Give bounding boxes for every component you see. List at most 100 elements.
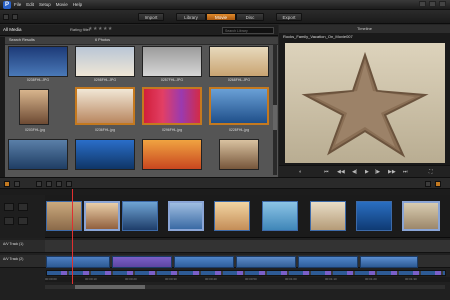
storyboard-clip[interactable]	[310, 201, 346, 231]
skip-start-icon[interactable]: ⏮	[324, 169, 329, 175]
section-subheader: 6 Photos	[95, 38, 110, 42]
step-forward-icon[interactable]: |▶	[375, 169, 380, 175]
storyboard-clip[interactable]	[46, 201, 82, 231]
library-thumb[interactable]	[75, 46, 135, 77]
library-thumb[interactable]	[19, 89, 49, 125]
track-lane-av1[interactable]	[45, 240, 450, 253]
timeline-clip[interactable]	[360, 256, 418, 268]
thumb-label: 0236FHL.jpg	[94, 128, 116, 132]
section-title: Search Results	[9, 38, 35, 42]
library-grid: Search Results 6 Photos 0238FHL.JPG 0298…	[5, 37, 278, 177]
track-header-av1[interactable]: A/V Track (1)	[0, 240, 45, 253]
library-thumb-selected[interactable]	[75, 87, 135, 125]
scissors-icon[interactable]	[36, 181, 42, 187]
zoom-icon[interactable]	[435, 181, 441, 187]
track-label: A/V Track (1)	[3, 242, 24, 246]
storyboard-view-icon[interactable]	[4, 181, 10, 187]
rating-stars[interactable]: ★★★★★	[88, 26, 113, 32]
mode-tabs: Import Library Movie Disc Export	[0, 10, 450, 24]
library-thumb-selected[interactable]	[209, 87, 269, 125]
home-icon[interactable]	[3, 14, 9, 20]
library-thumb[interactable]	[219, 139, 259, 170]
preview-image	[285, 43, 445, 163]
library-thumb[interactable]	[75, 139, 135, 170]
playhead[interactable]	[72, 189, 73, 284]
library-thumb[interactable]	[8, 46, 68, 77]
tab-movie[interactable]: Movie	[206, 13, 236, 21]
library-scrollbar[interactable]	[273, 45, 277, 175]
preview-filename: Rocks_Family_Vacation_On_Movie007	[283, 34, 353, 39]
play-icon[interactable]: ▶	[365, 169, 369, 175]
library-thumb[interactable]	[142, 139, 202, 170]
menu-help[interactable]: Help	[73, 2, 82, 7]
track-label: A/V Track (2)	[3, 257, 24, 261]
minimize-icon[interactable]	[419, 1, 426, 7]
library-thumb[interactable]	[142, 46, 202, 77]
thumb-label: 0268FHL.JPG	[227, 78, 251, 82]
nav-icons	[3, 14, 18, 20]
timeline-clip[interactable]	[46, 256, 110, 268]
lock-icon[interactable]	[18, 203, 28, 211]
speaker-icon[interactable]	[18, 217, 28, 225]
step-back-icon[interactable]: ◀|	[352, 169, 357, 175]
timeline-ruler: 00:00:00 00:00:10 00:00:20 00:00:30 00:0…	[45, 277, 450, 282]
timeline-clip[interactable]	[298, 256, 358, 268]
timeline-toolbar	[0, 177, 450, 189]
ruler-mark: 00:00:50	[245, 277, 257, 281]
timeline-clip[interactable]	[112, 256, 172, 268]
ruler-mark: 00:00:40	[205, 277, 217, 281]
window-controls	[419, 1, 446, 7]
fullscreen-icon[interactable]: ⛶	[429, 169, 433, 175]
tab-disc[interactable]: Disc	[236, 13, 264, 21]
storyboard-clip-selected[interactable]	[84, 201, 120, 231]
ruler-mark: 00:00:10	[85, 277, 97, 281]
library-search-input[interactable]: Search Library	[222, 27, 274, 34]
timeline-view-icon[interactable]	[14, 181, 20, 187]
thumb-label: 0296FHL.jpg	[161, 128, 183, 132]
library-thumb-selected[interactable]	[142, 87, 202, 125]
back-icon[interactable]	[12, 14, 18, 20]
menu-bar: File Edit Setup Movie Help	[14, 2, 82, 7]
menu-movie[interactable]: Movie	[56, 2, 68, 7]
maximize-icon[interactable]	[429, 1, 436, 7]
eye-icon[interactable]	[4, 217, 14, 225]
storyboard-clip[interactable]	[356, 201, 392, 231]
storyboard	[0, 195, 450, 238]
thumb-label: 0257FHL.JPG	[160, 78, 184, 82]
storyboard-clip[interactable]	[122, 201, 158, 231]
tab-library[interactable]: Library	[176, 13, 206, 21]
menu-edit[interactable]: Edit	[26, 2, 34, 7]
timeline-scrollbar-thumb[interactable]	[75, 285, 145, 289]
storyboard-clip[interactable]	[214, 201, 250, 231]
all-media-dropdown[interactable]: All Media	[3, 27, 22, 32]
menu-setup[interactable]: Setup	[39, 2, 51, 7]
ruler-mark: 00:01:10	[325, 277, 337, 281]
volume-icon[interactable]: ◐	[299, 169, 302, 175]
ruler-mark: 00:01:20	[365, 277, 377, 281]
scrollbar-thumb[interactable]	[273, 105, 277, 130]
timeline-clip[interactable]	[174, 256, 234, 268]
rewind-icon[interactable]: ◀◀	[337, 169, 345, 175]
library-toolbar: All Media Rating filter ★★★★★ Search Lib…	[0, 25, 278, 36]
timeline-scrollbar[interactable]	[45, 285, 445, 289]
library-thumb[interactable]	[209, 46, 269, 77]
clip-strip[interactable]	[46, 270, 446, 276]
delete-icon[interactable]	[46, 181, 52, 187]
close-icon[interactable]	[439, 1, 446, 7]
forward-icon[interactable]: ▶▶	[388, 169, 396, 175]
text-icon[interactable]	[56, 181, 62, 187]
skip-end-icon[interactable]: ⏭	[403, 169, 408, 175]
audio-icon[interactable]	[66, 181, 72, 187]
storyboard-clip-selected[interactable]	[402, 201, 440, 231]
library-thumb[interactable]	[8, 139, 68, 170]
storyboard-clip[interactable]	[262, 201, 298, 231]
settings-icon[interactable]	[425, 181, 431, 187]
timeline-clip[interactable]	[236, 256, 296, 268]
tab-export[interactable]: Export	[276, 13, 302, 21]
tab-import[interactable]: Import	[138, 13, 164, 21]
menu-file[interactable]: File	[14, 2, 21, 7]
preview-header: Timeline	[279, 25, 450, 33]
track-header-av2[interactable]: A/V Track (2)	[0, 255, 45, 268]
track-toggle-icon[interactable]	[4, 203, 14, 211]
storyboard-clip-selected[interactable]	[168, 201, 204, 231]
